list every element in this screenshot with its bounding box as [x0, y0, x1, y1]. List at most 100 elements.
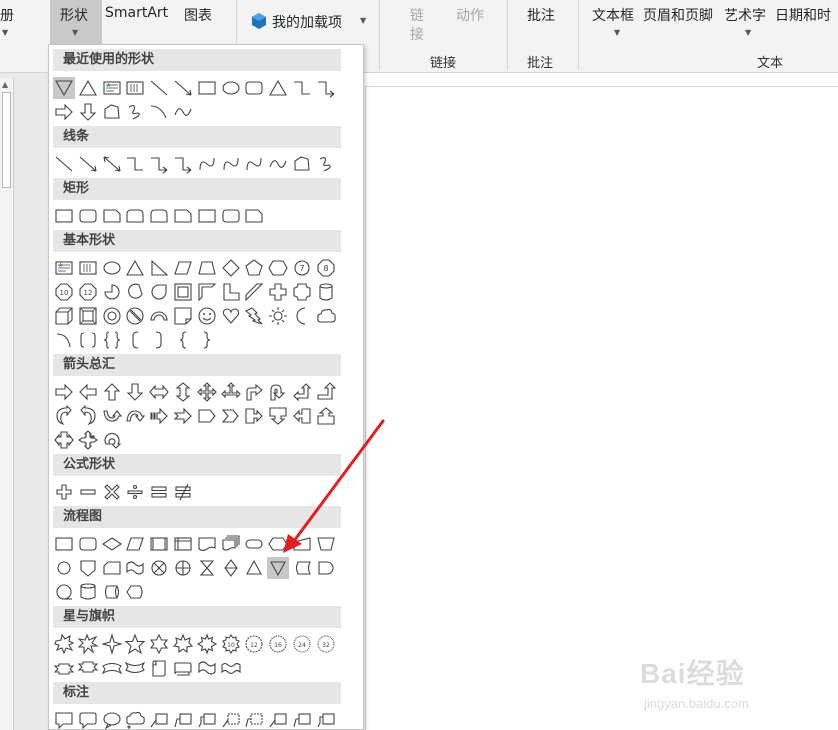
shape-fmanin-icon[interactable]	[291, 533, 313, 555]
shape-fpredef-icon[interactable]	[148, 533, 170, 555]
shape-scribble-icon[interactable]	[315, 153, 337, 175]
shape-dbracket-icon[interactable]	[77, 329, 99, 351]
shape-elbowarr-icon[interactable]	[148, 153, 170, 175]
shape-fprep-icon[interactable]	[267, 533, 289, 555]
shape-tri-icon[interactable]	[267, 77, 289, 99]
shape-tear-icon[interactable]	[148, 281, 170, 303]
shape-eneq-icon[interactable]	[172, 481, 194, 503]
shape-fmultidoc-icon[interactable]	[220, 533, 242, 555]
shape-acalllr-icon[interactable]	[53, 429, 75, 451]
shape-ftape-icon[interactable]	[124, 557, 146, 579]
shape-acurvd-icon[interactable]	[124, 405, 146, 427]
shape-smiley-icon[interactable]	[196, 305, 218, 327]
shape-arrowline-icon[interactable]	[77, 153, 99, 175]
shape-fcollate-icon[interactable]	[196, 557, 218, 579]
shape-emult-icon[interactable]	[101, 481, 123, 503]
shape-explosion1-icon[interactable]	[53, 633, 75, 655]
shape-ribbondown-icon[interactable]	[77, 657, 99, 679]
shape-abentup-icon[interactable]	[315, 381, 337, 403]
shape-tri-icon[interactable]	[124, 257, 146, 279]
shape-vtextbox-icon[interactable]	[77, 257, 99, 279]
shape-dbrace-icon[interactable]	[101, 329, 123, 351]
shape-alr-icon[interactable]	[148, 381, 170, 403]
shape-finternal-icon[interactable]	[172, 533, 194, 555]
shape-acurvl-icon[interactable]	[77, 405, 99, 427]
shape-star7-icon[interactable]	[172, 633, 194, 655]
shape-freeform-icon[interactable]	[101, 101, 123, 123]
smartart-button[interactable]: SmartArt	[105, 5, 168, 21]
shape-snip-icon[interactable]	[101, 205, 123, 227]
shape-star6-icon[interactable]	[148, 633, 170, 655]
shape-callline2-icon[interactable]	[172, 709, 194, 730]
shape-fterm-icon[interactable]	[243, 533, 265, 555]
shape-fsort-icon[interactable]	[220, 557, 242, 579]
shape-fdirect-icon[interactable]	[101, 581, 123, 603]
shape-ellipse-icon[interactable]	[220, 77, 242, 99]
shapes-button[interactable]: 形状 ▼	[50, 0, 102, 44]
shape-fmag-icon[interactable]	[77, 581, 99, 603]
shape-textbox-icon[interactable]: A	[53, 257, 75, 279]
slide-canvas[interactable]	[365, 86, 838, 730]
shape-callline4-icon[interactable]	[220, 709, 242, 730]
shape-callline3-icon[interactable]	[196, 709, 218, 730]
shape-rect-icon[interactable]	[196, 77, 218, 99]
shape-bevel-icon[interactable]	[77, 305, 99, 327]
shape-fcard-icon[interactable]	[101, 557, 123, 579]
shape-tri-icon[interactable]	[77, 77, 99, 99]
shape-round1-icon[interactable]	[124, 205, 146, 227]
shape-aright-icon[interactable]	[53, 101, 75, 123]
scrollbar[interactable]: ▲	[0, 78, 14, 730]
ribbon-cut-label[interactable]: 册	[0, 5, 14, 25]
header-footer-button[interactable]: 页眉和页脚	[643, 5, 713, 25]
shape-explosion2-icon[interactable]	[77, 633, 99, 655]
action-button[interactable]: 动作	[456, 5, 484, 25]
shape-foffpage-icon[interactable]	[77, 557, 99, 579]
shape-adown-icon[interactable]	[77, 101, 99, 123]
shape-apent-icon[interactable]	[196, 405, 218, 427]
shape-acallr-icon[interactable]	[243, 405, 265, 427]
shape-ediv-icon[interactable]	[124, 481, 146, 503]
shape-acalld-icon[interactable]	[267, 405, 289, 427]
shape-callcloud-icon[interactable]	[124, 709, 146, 730]
shape-ellipse-icon[interactable]	[101, 257, 123, 279]
shape-pent-icon[interactable]	[243, 257, 265, 279]
shape-fextract-icon[interactable]	[243, 557, 265, 579]
shape-aquad-icon[interactable]	[196, 381, 218, 403]
shape-rbrace-icon[interactable]	[196, 329, 218, 351]
shape-astriped-icon[interactable]	[148, 405, 170, 427]
shape-rect-icon[interactable]	[196, 205, 218, 227]
shape-snip-icon[interactable]	[243, 205, 265, 227]
shape-starnum10-icon[interactable]: 10	[220, 633, 242, 655]
shape-callrrect-icon[interactable]	[77, 709, 99, 730]
shape-aleft-icon[interactable]	[77, 381, 99, 403]
shape-invtri-icon[interactable]	[53, 77, 75, 99]
shape-hex-icon[interactable]	[267, 257, 289, 279]
shape-star8-icon[interactable]	[196, 633, 218, 655]
shape-rbracket-icon[interactable]	[148, 329, 170, 351]
shape-aleftup-icon[interactable]	[291, 381, 313, 403]
shape-pie-icon[interactable]	[101, 281, 123, 303]
shape-elbow-icon[interactable]	[124, 153, 146, 175]
shape-elbowarr-icon[interactable]	[315, 77, 337, 99]
shape-abent-icon[interactable]	[243, 381, 265, 403]
scroll-up-icon[interactable]: ▲	[2, 80, 8, 89]
shape-fdata-icon[interactable]	[124, 533, 146, 555]
shape-scribble-icon[interactable]	[124, 101, 146, 123]
shape-fstored-icon[interactable]	[291, 557, 313, 579]
shape-snip-icon[interactable]	[172, 205, 194, 227]
shape-lightning-icon[interactable]	[243, 305, 265, 327]
shape-rtri-icon[interactable]	[148, 257, 170, 279]
shape-eeq-icon[interactable]	[148, 481, 170, 503]
shape-sun-icon[interactable]	[267, 305, 289, 327]
shape-eminus-icon[interactable]	[77, 481, 99, 503]
shape-textbox-icon[interactable]: A	[101, 77, 123, 99]
shape-curvribbonup-icon[interactable]	[101, 657, 123, 679]
shape-acallquad-icon[interactable]	[77, 429, 99, 451]
shape-num8-icon[interactable]: 8	[315, 257, 337, 279]
textbox-button[interactable]: 文本框	[592, 5, 634, 25]
shape-foldcorner-icon[interactable]	[172, 305, 194, 327]
scroll-thumb[interactable]	[2, 92, 11, 188]
shape-nosym-icon[interactable]	[124, 305, 146, 327]
shape-alru-icon[interactable]	[220, 381, 242, 403]
shape-darrowline-icon[interactable]	[101, 153, 123, 175]
